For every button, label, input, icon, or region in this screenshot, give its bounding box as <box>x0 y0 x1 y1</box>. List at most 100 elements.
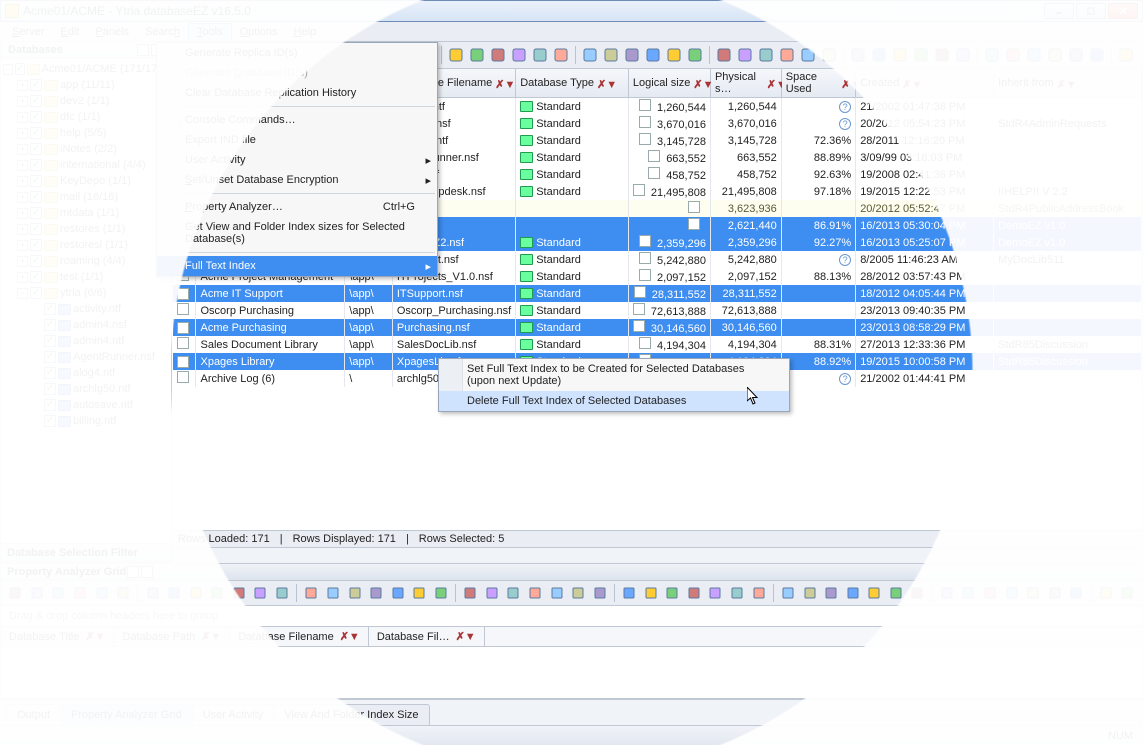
analyzer-toolbar-button-15[interactable] <box>344 583 365 603</box>
analyzer-toolbar-button-22[interactable] <box>503 583 524 603</box>
window-minimize-button[interactable] <box>1044 3 1074 19</box>
analyzer-toolbar-button-10[interactable] <box>229 583 250 603</box>
analyzer-toolbar-button-35[interactable] <box>799 583 820 603</box>
tree-expand-icon[interactable]: + <box>17 240 28 251</box>
logical-checkbox[interactable] <box>639 133 651 145</box>
toolbar-button-12[interactable] <box>467 45 487 65</box>
logical-checkbox[interactable] <box>639 99 651 111</box>
analyzer-col-path[interactable]: Database Path✗▼ <box>114 627 230 646</box>
analyzer-col-fil[interactable]: Database Fil…✗▼ <box>369 627 485 646</box>
logical-checkbox[interactable] <box>648 150 660 162</box>
analyzer-toolbar-button-48[interactable] <box>1095 583 1116 603</box>
toolbar-button-20[interactable] <box>643 45 663 65</box>
tree-db-item[interactable]: AgentRunner.nsf <box>3 349 169 365</box>
panel-pin-icon[interactable] <box>137 44 149 56</box>
tree-folder[interactable]: +restores (1/1) <box>3 221 169 237</box>
tree-expand-icon[interactable]: + <box>17 176 28 187</box>
logical-checkbox[interactable] <box>639 116 651 128</box>
toolbar-button-22[interactable] <box>685 45 705 65</box>
tree-checkbox[interactable] <box>30 111 42 123</box>
tree-folder[interactable]: −ytria (6/6) <box>3 285 169 301</box>
row-checkbox[interactable] <box>177 356 189 368</box>
window-close-button[interactable] <box>1108 3 1138 19</box>
analyzer-toolbar-button-21[interactable] <box>482 583 503 603</box>
tools-console-commands[interactable]: Console Commands… <box>157 110 437 130</box>
tree-checkbox[interactable] <box>44 303 56 315</box>
tree-folder[interactable]: +help (5/5) <box>3 125 169 141</box>
analyzer-body[interactable] <box>0 647 1143 699</box>
toolbar-button-40[interactable] <box>1087 45 1107 65</box>
tree-folder[interactable]: +restoresl (1/1) <box>3 237 169 253</box>
tree-folder[interactable]: +iNotes (2/2) <box>3 141 169 157</box>
tree-checkbox[interactable] <box>30 207 42 219</box>
tree-expand-icon[interactable]: + <box>17 96 28 107</box>
analyzer-toolbar-button-18[interactable] <box>409 583 430 603</box>
analyzer-toolbar-button-17[interactable] <box>387 583 408 603</box>
tools-clear-replication[interactable]: Clear Database Replication History <box>157 83 437 103</box>
menu-help[interactable]: Help <box>286 24 325 40</box>
help-icon[interactable]: ? <box>839 118 851 130</box>
menu-panels[interactable]: Panels <box>87 24 137 40</box>
analyzer-toolbar-button-16[interactable] <box>366 583 387 603</box>
toolbar-button-27[interactable] <box>798 45 818 65</box>
toolbar-button-29[interactable] <box>848 45 868 65</box>
analyzer-col-file[interactable]: Database Filename✗▼ <box>230 627 369 646</box>
tree-folder[interactable]: +app (11/11) <box>3 77 169 93</box>
analyzer-toolbar-button-44[interactable] <box>1001 583 1022 603</box>
analyzer-toolbar-button-29[interactable] <box>662 583 683 603</box>
toolbar-button-34[interactable] <box>953 45 973 65</box>
analyzer-toolbar-button-3[interactable] <box>70 583 91 603</box>
analyzer-toolbar-button-34[interactable] <box>778 583 799 603</box>
tree-db-item[interactable]: admin4.ntf <box>3 333 169 349</box>
tab-view-folder-index[interactable]: View And Folder Index Size <box>273 704 429 725</box>
tree-checkbox[interactable] <box>44 335 56 347</box>
toolbar-button-25[interactable] <box>756 45 776 65</box>
logical-checkbox[interactable] <box>633 320 645 332</box>
analyzer-toolbar-button-40[interactable] <box>907 583 928 603</box>
toolbar-button-21[interactable] <box>664 45 684 65</box>
analyzer-toolbar-button-32[interactable] <box>727 583 748 603</box>
analyzer-toolbar-button-20[interactable] <box>460 583 481 603</box>
toolbar-button-14[interactable] <box>509 45 529 65</box>
row-checkbox[interactable] <box>177 303 189 315</box>
menu-tools[interactable]: Tools <box>188 23 232 40</box>
tree-db-item[interactable]: activity.ntf <box>3 301 169 317</box>
analyzer-toolbar-button-46[interactable] <box>1044 583 1065 603</box>
analyzer-col-title[interactable]: Database Title✗▼ <box>1 627 114 646</box>
grid-header-space[interactable]: Space Used✗▼ <box>781 69 855 98</box>
toolbar-button-39[interactable] <box>1066 45 1086 65</box>
grid-row[interactable]: Sales Document Library\app\SalesDocLib.n… <box>173 336 1142 353</box>
toolbar-button-24[interactable] <box>735 45 755 65</box>
tree-checkbox[interactable] <box>30 255 42 267</box>
grid-header-logical[interactable]: Logical size✗▼ <box>628 69 710 98</box>
toolbar-button-26[interactable] <box>777 45 797 65</box>
menu-edit[interactable]: Edit <box>52 24 87 40</box>
toolbar-button-19[interactable] <box>622 45 642 65</box>
logical-checkbox[interactable] <box>688 201 700 213</box>
tree-expand-icon[interactable]: − <box>17 288 28 299</box>
analyzer-toolbar-button-27[interactable] <box>619 583 640 603</box>
tree-checkbox[interactable] <box>30 175 42 187</box>
tree-checkbox[interactable] <box>30 159 42 171</box>
analyzer-toolbar-button-5[interactable] <box>113 583 134 603</box>
tree-checkbox[interactable] <box>30 95 42 107</box>
analyzer-toolbar-button-38[interactable] <box>864 583 885 603</box>
toolbar-button-16[interactable] <box>551 45 571 65</box>
menu-server[interactable]: Server <box>4 24 52 40</box>
grid-h-scrollbar[interactable] <box>172 547 1142 563</box>
toolbar-button-35[interactable] <box>982 45 1002 65</box>
analyzer-toolbar-button-9[interactable] <box>207 583 228 603</box>
toolbar-button-30[interactable] <box>869 45 889 65</box>
tree-checkbox[interactable] <box>44 383 56 395</box>
toolbar-button-11[interactable] <box>446 45 466 65</box>
tree-checkbox[interactable] <box>44 319 56 331</box>
toolbar-button-38[interactable] <box>1045 45 1065 65</box>
logical-checkbox[interactable] <box>639 337 651 349</box>
ft-delete-index[interactable]: Delete Full Text Index of Selected Datab… <box>439 391 789 411</box>
tools-user-activity[interactable]: User Activity▸ <box>157 150 437 170</box>
tree-expand-icon[interactable]: + <box>17 224 28 235</box>
analyzer-toolbar-button-47[interactable] <box>1066 583 1087 603</box>
tree-expand-icon[interactable]: + <box>17 128 28 139</box>
tree-folder[interactable]: +dfc (1/1) <box>3 109 169 125</box>
grid-header-physical[interactable]: Physical s…✗▼ <box>710 69 781 98</box>
